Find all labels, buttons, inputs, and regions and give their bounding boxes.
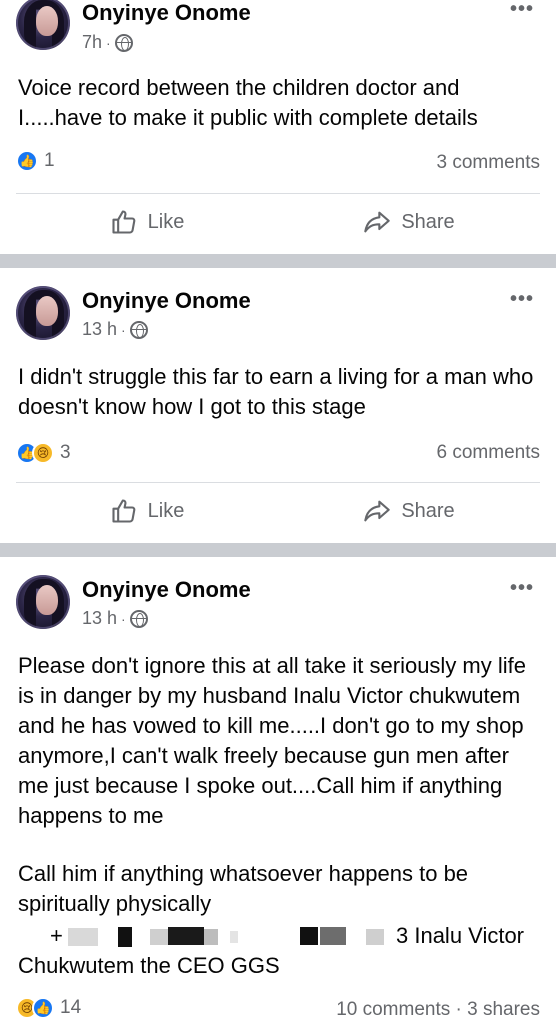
redacted-block	[204, 929, 218, 945]
redacted-block	[230, 931, 238, 943]
comments-count[interactable]: 10 comments	[336, 999, 450, 1020]
reaction-count: 14	[60, 997, 82, 1018]
globe-icon	[129, 609, 148, 628]
meta-dot: ·	[106, 34, 111, 51]
redacted-block	[300, 927, 318, 945]
thumbs-up-icon	[112, 210, 135, 234]
share-arrow-icon	[364, 211, 391, 233]
reactions-summary[interactable]: 👍 1	[16, 150, 55, 172]
post-text-paragraph-3: Chukwutem the CEO GGS	[18, 953, 280, 978]
author-name[interactable]: Onyinye Onome	[82, 577, 251, 603]
meta-dot: ·	[455, 999, 462, 1020]
post-timestamp[interactable]: 13 h ·	[82, 319, 148, 340]
post-text-paragraph-1: Please don't ignore this at all take it …	[18, 653, 533, 828]
comments-count[interactable]: 6 comments	[437, 442, 540, 464]
like-button[interactable]: Like	[16, 194, 278, 250]
post-1: Onyinye Onome 7h · ••• Voice record betw…	[0, 0, 556, 254]
post-text-paragraph-2: Call him if anything whatsoever happens …	[18, 861, 475, 916]
comments-count[interactable]: 3 comments	[437, 152, 540, 174]
post-separator	[0, 543, 556, 557]
share-label: Share	[401, 210, 455, 233]
author-name[interactable]: Onyinye Onome	[82, 288, 251, 314]
redacted-block	[68, 928, 98, 946]
like-button[interactable]: Like	[16, 483, 278, 539]
reactions-summary[interactable]: 👍 😢 3	[16, 442, 71, 464]
like-reaction-icon: 👍	[16, 150, 38, 172]
avatar[interactable]	[16, 575, 70, 629]
avatar[interactable]	[16, 0, 70, 50]
author-name[interactable]: Onyinye Onome	[82, 0, 251, 26]
sad-reaction-icon: 😢	[32, 442, 54, 464]
meta-dot: ·	[121, 610, 126, 627]
post-text: I didn't struggle this far to earn a liv…	[18, 364, 540, 419]
phone-line: + 3 Inalu Victor	[18, 921, 540, 951]
share-button[interactable]: Share	[278, 194, 540, 250]
meta-dot: ·	[121, 321, 126, 338]
post-timestamp[interactable]: 13 h ·	[82, 608, 148, 629]
time-label: 13 h	[82, 319, 118, 339]
post-separator	[0, 254, 556, 268]
action-bar: Like Share	[16, 193, 540, 250]
like-label: Like	[147, 499, 185, 522]
phone-suffix: 3 Inalu Victor	[396, 923, 525, 948]
more-options-icon[interactable]: •••	[510, 289, 534, 309]
shares-count[interactable]: 3 shares	[467, 999, 540, 1020]
like-reaction-icon: 👍	[32, 997, 54, 1019]
reaction-count: 3	[60, 442, 71, 463]
comments-shares-count[interactable]: 10 comments · 3 shares	[336, 999, 540, 1021]
like-label: Like	[147, 210, 185, 233]
time-label: 13 h	[82, 608, 118, 628]
phone-prefix: +	[50, 923, 63, 948]
redacted-block	[366, 929, 384, 945]
redacted-block	[168, 927, 204, 945]
share-arrow-icon	[364, 500, 391, 522]
action-bar: Like Share	[16, 482, 540, 539]
time-label: 7h	[82, 32, 103, 52]
post-2: Onyinye Onome 13 h · ••• I didn't strugg…	[0, 268, 556, 542]
post-3: Onyinye Onome 13 h · ••• Please don't ig…	[0, 557, 556, 1024]
globe-icon	[129, 320, 148, 339]
post-text: Voice record between the children doctor…	[18, 75, 478, 130]
redacted-block	[118, 927, 132, 947]
thumbs-up-icon	[112, 499, 135, 523]
more-options-icon[interactable]: •••	[510, 0, 534, 19]
avatar[interactable]	[16, 286, 70, 340]
share-button[interactable]: Share	[278, 483, 540, 539]
globe-icon	[114, 33, 133, 52]
post-timestamp[interactable]: 7h ·	[82, 32, 133, 53]
reaction-count: 1	[44, 150, 55, 171]
share-label: Share	[401, 499, 455, 522]
reactions-summary[interactable]: 😢 👍 14	[16, 997, 81, 1019]
redacted-block	[150, 929, 168, 945]
redacted-block	[320, 927, 346, 945]
more-options-icon[interactable]: •••	[510, 578, 534, 598]
